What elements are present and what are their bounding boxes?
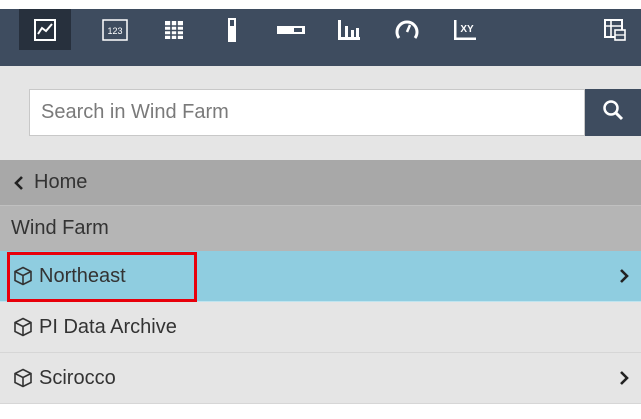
chevron-right-icon[interactable] [619,268,629,284]
xy-plot-icon: XY [452,18,478,42]
cube-icon [13,317,33,337]
list-item-pi-data-archive[interactable]: PI Data Archive [0,302,641,353]
cube-icon [13,368,33,388]
horizontal-gauge-icon [276,24,306,36]
bar-chart-button[interactable] [323,9,375,50]
list-item-scirocco[interactable]: Scirocco [0,353,641,404]
trend-icon [33,18,57,42]
chevron-left-icon [14,175,24,191]
table-button[interactable] [148,9,200,50]
current-section-header: Wind Farm [0,206,641,251]
list-item-northeast[interactable]: Northeast [0,251,641,302]
trend-button[interactable] [19,9,71,50]
xy-plot-button[interactable]: XY [439,9,491,50]
asset-comparison-table-button[interactable] [589,9,641,50]
value-button[interactable]: 123 [89,9,141,50]
table-icon [164,20,184,40]
search-button[interactable] [585,89,641,136]
radial-gauge-button[interactable] [381,9,433,50]
home-breadcrumb[interactable]: Home [0,160,641,206]
search-input[interactable] [30,90,584,135]
search-icon [602,99,624,126]
svg-text:123: 123 [107,26,122,36]
home-label: Home [34,171,88,193]
horizontal-gauge-button[interactable] [265,9,317,50]
search-box [29,89,585,136]
value-icon: 123 [102,18,128,41]
top-strip [0,0,641,9]
vertical-gauge-button[interactable] [206,9,258,50]
list-item-label: PI Data Archive [39,315,177,338]
list-item-label: Scirocco [39,366,116,389]
section-label: Wind Farm [11,217,109,239]
asset-comparison-table-icon [603,18,627,42]
vertical-gauge-icon [226,17,238,43]
chevron-right-icon[interactable] [619,370,629,386]
bar-chart-icon [336,18,362,42]
cube-icon [13,266,33,286]
svg-text:XY: XY [460,24,474,35]
search-panel [0,66,641,160]
list-item-label: Northeast [39,264,126,287]
radial-gauge-icon [394,18,420,42]
